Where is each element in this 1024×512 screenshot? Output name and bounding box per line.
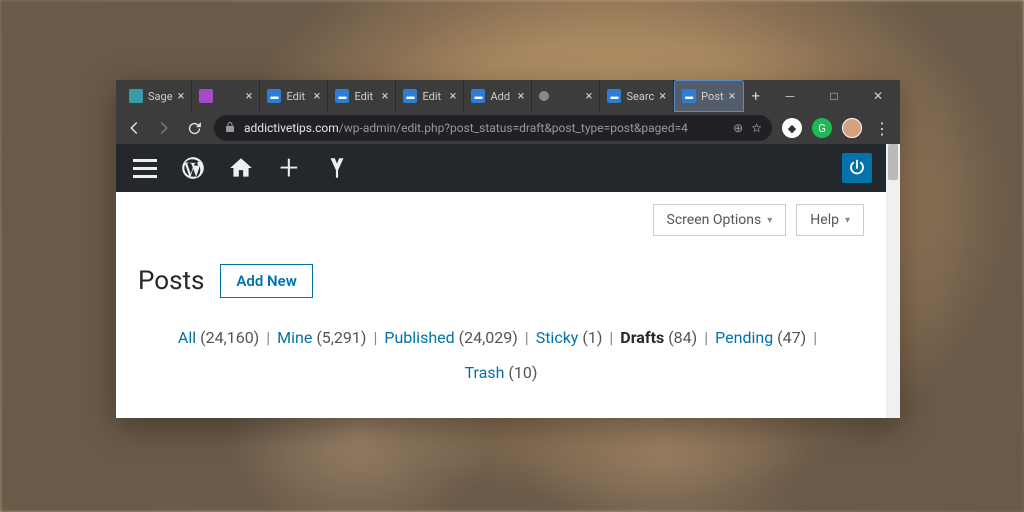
tab-label: Sage <box>148 90 173 103</box>
forward-button[interactable] <box>154 118 174 138</box>
lock-icon <box>224 121 236 136</box>
menu-toggle-icon[interactable] <box>130 153 160 183</box>
post-status-filters: All (24,160) | Mine (5,291) | Published (24,… <box>138 320 864 390</box>
tab-label: Edit <box>286 90 308 103</box>
tab-close-icon[interactable]: × <box>450 90 457 103</box>
filter-link[interactable]: Mine <box>277 328 312 347</box>
favicon-icon <box>129 89 143 103</box>
panel-buttons: Screen Options Help <box>138 192 864 248</box>
tab-label: Post <box>701 90 723 103</box>
url-field[interactable]: addictivetips.com/wp-admin/edit.php?post… <box>214 115 772 141</box>
browser-tab[interactable]: Sage × <box>122 80 192 112</box>
favicon-icon: ▬ <box>682 89 696 103</box>
filter-link[interactable]: Sticky <box>536 328 579 347</box>
separator: | <box>373 328 377 347</box>
tab-close-icon[interactable]: × <box>314 90 321 103</box>
home-icon[interactable] <box>226 153 256 183</box>
tab-strip: Sage × × ▬ Edit × ▬ Edit × ▬ Edit × ▬ Add × × ▬ Searc × ▬ Po… <box>116 80 744 112</box>
reader-icon[interactable]: ⊕ <box>733 121 743 135</box>
page-title: Posts <box>138 266 204 296</box>
screen-options-button[interactable]: Screen Options <box>653 204 787 236</box>
profile-avatar[interactable] <box>842 118 862 138</box>
wordpress-logo-icon[interactable] <box>178 153 208 183</box>
filter-link[interactable]: Pending <box>715 328 773 347</box>
close-button[interactable]: ✕ <box>856 80 900 112</box>
tab-label: Edit <box>422 90 444 103</box>
extension-pocket[interactable]: ◆ <box>782 118 802 138</box>
browser-tab[interactable]: ▬ Edit × <box>396 80 464 112</box>
tab-close-icon[interactable]: × <box>246 90 253 103</box>
tab-close-icon[interactable]: × <box>729 90 736 103</box>
filter-count: (1) <box>582 328 602 347</box>
page-heading-row: Posts Add New <box>138 248 864 320</box>
tab-label: Edit <box>354 90 376 103</box>
yoast-icon[interactable] <box>322 153 352 183</box>
filter-count: (10) <box>508 363 537 382</box>
add-new-button[interactable]: Add New <box>220 264 312 298</box>
browser-tab[interactable]: ▬ Add × <box>464 80 532 112</box>
browser-tab[interactable]: × <box>532 80 600 112</box>
tab-close-icon[interactable]: × <box>659 90 666 103</box>
browser-menu[interactable]: ⋮ <box>872 118 892 138</box>
filter-current: Drafts <box>620 328 668 347</box>
tab-close-icon[interactable]: × <box>178 90 185 103</box>
browser-titlebar: Sage × × ▬ Edit × ▬ Edit × ▬ Edit × ▬ Add × × ▬ Searc × ▬ Po… <box>116 80 900 112</box>
maximize-button[interactable]: □ <box>812 80 856 112</box>
separator: | <box>525 328 529 347</box>
tab-close-icon[interactable]: × <box>586 90 593 103</box>
tab-label: Searc <box>626 90 654 103</box>
separator: | <box>704 328 708 347</box>
window-controls: ─ □ ✕ <box>768 80 900 112</box>
favicon-icon <box>199 89 213 103</box>
address-bar: addictivetips.com/wp-admin/edit.php?post… <box>116 112 900 144</box>
filter-count: (84) <box>668 328 697 347</box>
scrollbar[interactable] <box>886 144 900 418</box>
power-icon[interactable] <box>842 153 872 183</box>
url-text: addictivetips.com/wp-admin/edit.php?post… <box>244 121 725 135</box>
filter-count: (24,029) <box>459 328 518 347</box>
separator: | <box>266 328 270 347</box>
filter-count: (47) <box>777 328 806 347</box>
favicon-icon: ▬ <box>607 89 621 103</box>
reload-button[interactable] <box>184 118 204 138</box>
browser-tab[interactable]: × <box>192 80 260 112</box>
favicon-icon: ▬ <box>471 89 485 103</box>
favicon-icon <box>539 91 549 101</box>
favicon-icon: ▬ <box>335 89 349 103</box>
favicon-icon: ▬ <box>403 89 417 103</box>
wp-admin-bar: + <box>116 144 886 192</box>
extension-grammarly[interactable]: G <box>812 118 832 138</box>
back-button[interactable] <box>124 118 144 138</box>
filter-link[interactable]: Published <box>384 328 454 347</box>
tab-close-icon[interactable]: × <box>518 90 525 103</box>
add-new-icon[interactable]: + <box>274 153 304 183</box>
filter-count: (24,160) <box>200 328 259 347</box>
separator: | <box>813 328 817 347</box>
page-viewport: + Screen Options Help Posts Add New All … <box>116 144 900 418</box>
browser-tab[interactable]: ▬ Edit × <box>328 80 396 112</box>
help-button[interactable]: Help <box>796 204 864 236</box>
filter-count: (5,291) <box>316 328 366 347</box>
filter-link[interactable]: Trash <box>465 363 505 382</box>
scroll-thumb[interactable] <box>888 144 898 180</box>
favicon-icon: ▬ <box>267 89 281 103</box>
bookmark-icon[interactable]: ☆ <box>751 121 762 135</box>
browser-tab[interactable]: ▬ Edit × <box>260 80 328 112</box>
tab-close-icon[interactable]: × <box>382 90 389 103</box>
browser-tab[interactable]: ▬ Post × <box>674 80 743 112</box>
minimize-button[interactable]: ─ <box>768 80 812 112</box>
separator: | <box>609 328 613 347</box>
page-content: Screen Options Help Posts Add New All (2… <box>116 192 886 390</box>
browser-tab[interactable]: ▬ Searc × <box>600 80 674 112</box>
new-tab-button[interactable]: + <box>744 80 768 112</box>
tab-label: Add <box>490 90 512 103</box>
browser-window: Sage × × ▬ Edit × ▬ Edit × ▬ Edit × ▬ Add × × ▬ Searc × ▬ Po… <box>116 80 900 418</box>
filter-link[interactable]: All <box>178 328 196 347</box>
